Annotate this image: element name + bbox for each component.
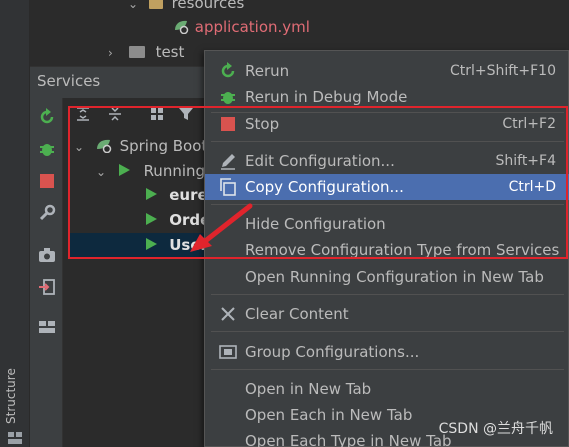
chevron-right-icon: › <box>108 46 113 60</box>
debug-bug-icon[interactable] <box>36 138 58 160</box>
debug-icon <box>219 88 237 106</box>
menu-item-label: Open in New Tab <box>245 380 372 398</box>
menu-item-label: Rerun in Debug Mode <box>245 88 408 106</box>
tree-node-application-yml[interactable]: application.yml <box>172 18 310 38</box>
menu-item-clear-content[interactable]: Clear Content <box>205 301 569 327</box>
menu-item-shortcut: Ctrl+Shift+F10 <box>449 63 556 79</box>
chevron-down-icon: ⌄ <box>128 0 139 11</box>
menu-separator <box>211 331 564 332</box>
tree-node-label: test <box>155 43 185 61</box>
tree-node-test[interactable]: › test <box>108 43 184 61</box>
menu-item-label: Clear Content <box>245 305 349 323</box>
menu-item-open-new-tab[interactable]: Open in New Tab <box>205 376 569 402</box>
folder-icon <box>128 46 145 58</box>
services-title: Services <box>37 72 101 90</box>
camera-icon[interactable] <box>36 244 58 266</box>
tree-node-label: application.yml <box>194 18 310 36</box>
yml-file-icon <box>172 18 190 38</box>
attach-icon[interactable] <box>36 276 58 298</box>
annotation-highlight-box <box>68 106 568 259</box>
rerun-icon <box>219 62 237 80</box>
watermark: CSDN @兰舟千帆 <box>438 421 553 437</box>
menu-item-label: Rerun <box>245 62 290 80</box>
menu-item-open-running-configuration[interactable]: Open Running Configuration in New Tab <box>205 264 569 290</box>
clear-icon <box>219 305 237 323</box>
folder-icon <box>148 0 163 9</box>
menu-item-label: Group Configurations... <box>245 343 420 361</box>
stop-icon[interactable] <box>36 170 58 192</box>
group-icon <box>219 343 237 361</box>
menu-item-label: Open Each Type in New Tab <box>245 432 452 447</box>
structure-tab[interactable]: Structure <box>4 368 18 424</box>
menu-separator <box>211 369 564 370</box>
menu-item-label: Open Each in New Tab <box>245 406 413 424</box>
rerun-icon[interactable] <box>36 106 58 128</box>
wrench-icon[interactable] <box>36 202 58 224</box>
annotation-arrow <box>186 200 256 256</box>
menu-item-group-configurations[interactable]: Group Configurations... <box>205 339 569 365</box>
tree-node-label: resources <box>171 0 245 12</box>
menu-item-label: Open Running Configuration in New Tab <box>245 268 544 286</box>
tree-node-resources[interactable]: ⌄ resources <box>128 0 244 12</box>
structure-icon <box>8 430 22 444</box>
layout-icon[interactable] <box>36 316 58 338</box>
menu-separator <box>211 294 564 295</box>
menu-item-rerun[interactable]: Rerun Ctrl+Shift+F10 <box>205 58 569 84</box>
